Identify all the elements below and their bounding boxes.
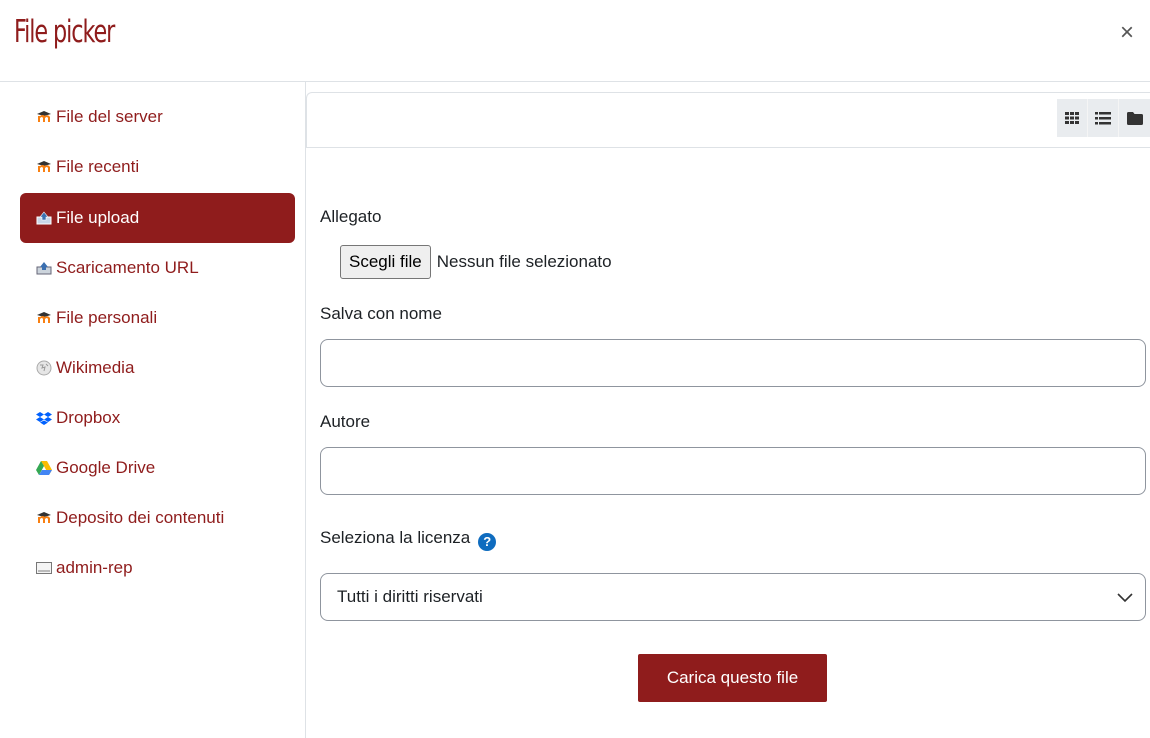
sidebar-item-label: File recenti [56,157,140,176]
license-selected-value: Tutti i diritti riservati [337,587,483,606]
moodle-icon [36,109,52,125]
moodle-icon [36,159,52,175]
sidebar-item-label: Dropbox [56,408,121,427]
no-file-text: Nessun file selezionato [436,252,612,271]
sidebar-item-label: File del server [56,107,163,126]
view-toolbar [306,92,1150,148]
moodle-icon [36,310,52,326]
sidebar-item-file-del-server[interactable]: File del server [20,92,295,142]
license-label-row: Seleziona la licenza? [320,528,497,551]
dropbox-icon [36,410,52,426]
sidebar-item-dropbox[interactable]: Dropbox [20,393,295,443]
sidebar-item-admin-rep[interactable]: admin-rep [20,543,295,593]
sidebar-item-google-drive[interactable]: Google Drive [20,443,295,493]
wikimedia-icon [36,360,52,376]
dialog-title: File picker [14,14,115,50]
dialog-header: File picker × [0,0,1150,82]
save-as-label: Salva con nome [320,304,442,323]
save-as-input[interactable] [320,339,1146,387]
sidebar-item-scaricamento-url[interactable]: Scaricamento URL [20,243,295,293]
url-download-icon [36,260,52,276]
sidebar-item-deposito-dei-contenuti[interactable]: Deposito dei contenuti [20,493,295,543]
upload-icon [36,210,52,226]
chevron-down-icon [1117,588,1133,608]
help-icon[interactable]: ? [478,532,497,551]
upload-file-button[interactable]: Carica questo file [638,654,827,702]
file-chooser: Scegli file Nessun file selezionato [340,245,612,279]
folder-view-icon[interactable] [1119,99,1150,137]
grid-view-icon[interactable] [1057,99,1088,137]
sidebar-item-label: File upload [56,208,140,227]
repository-icon [36,560,52,576]
moodle-icon [36,510,52,526]
license-select[interactable]: Tutti i diritti riservati [320,573,1146,621]
choose-file-button[interactable]: Scegli file [340,245,431,279]
license-label: Seleziona la licenza [320,528,471,547]
sidebar-item-label: Google Drive [56,458,156,477]
google-drive-icon [36,460,52,476]
repository-sidebar: File del server File recenti File upload… [0,82,306,738]
upload-panel: Allegato Scegli file Nessun file selezio… [306,92,1150,738]
attachment-label: Allegato [320,207,382,226]
sidebar-item-label: Deposito dei contenuti [56,508,225,527]
sidebar-item-label: Scaricamento URL [56,258,199,277]
sidebar-item-file-recenti[interactable]: File recenti [20,142,295,192]
view-switcher [1057,99,1150,137]
sidebar-item-file-upload[interactable]: File upload [20,193,295,243]
sidebar-item-label: Wikimedia [56,358,135,377]
sidebar-item-wikimedia[interactable]: Wikimedia [20,343,295,393]
list-view-icon[interactable] [1088,99,1119,137]
sidebar-item-label: admin-rep [56,558,133,577]
sidebar-item-file-personali[interactable]: File personali [20,293,295,343]
author-label: Autore [320,412,371,431]
sidebar-item-label: File personali [56,308,158,327]
close-icon[interactable]: × [1120,18,1134,48]
author-input[interactable] [320,447,1146,495]
